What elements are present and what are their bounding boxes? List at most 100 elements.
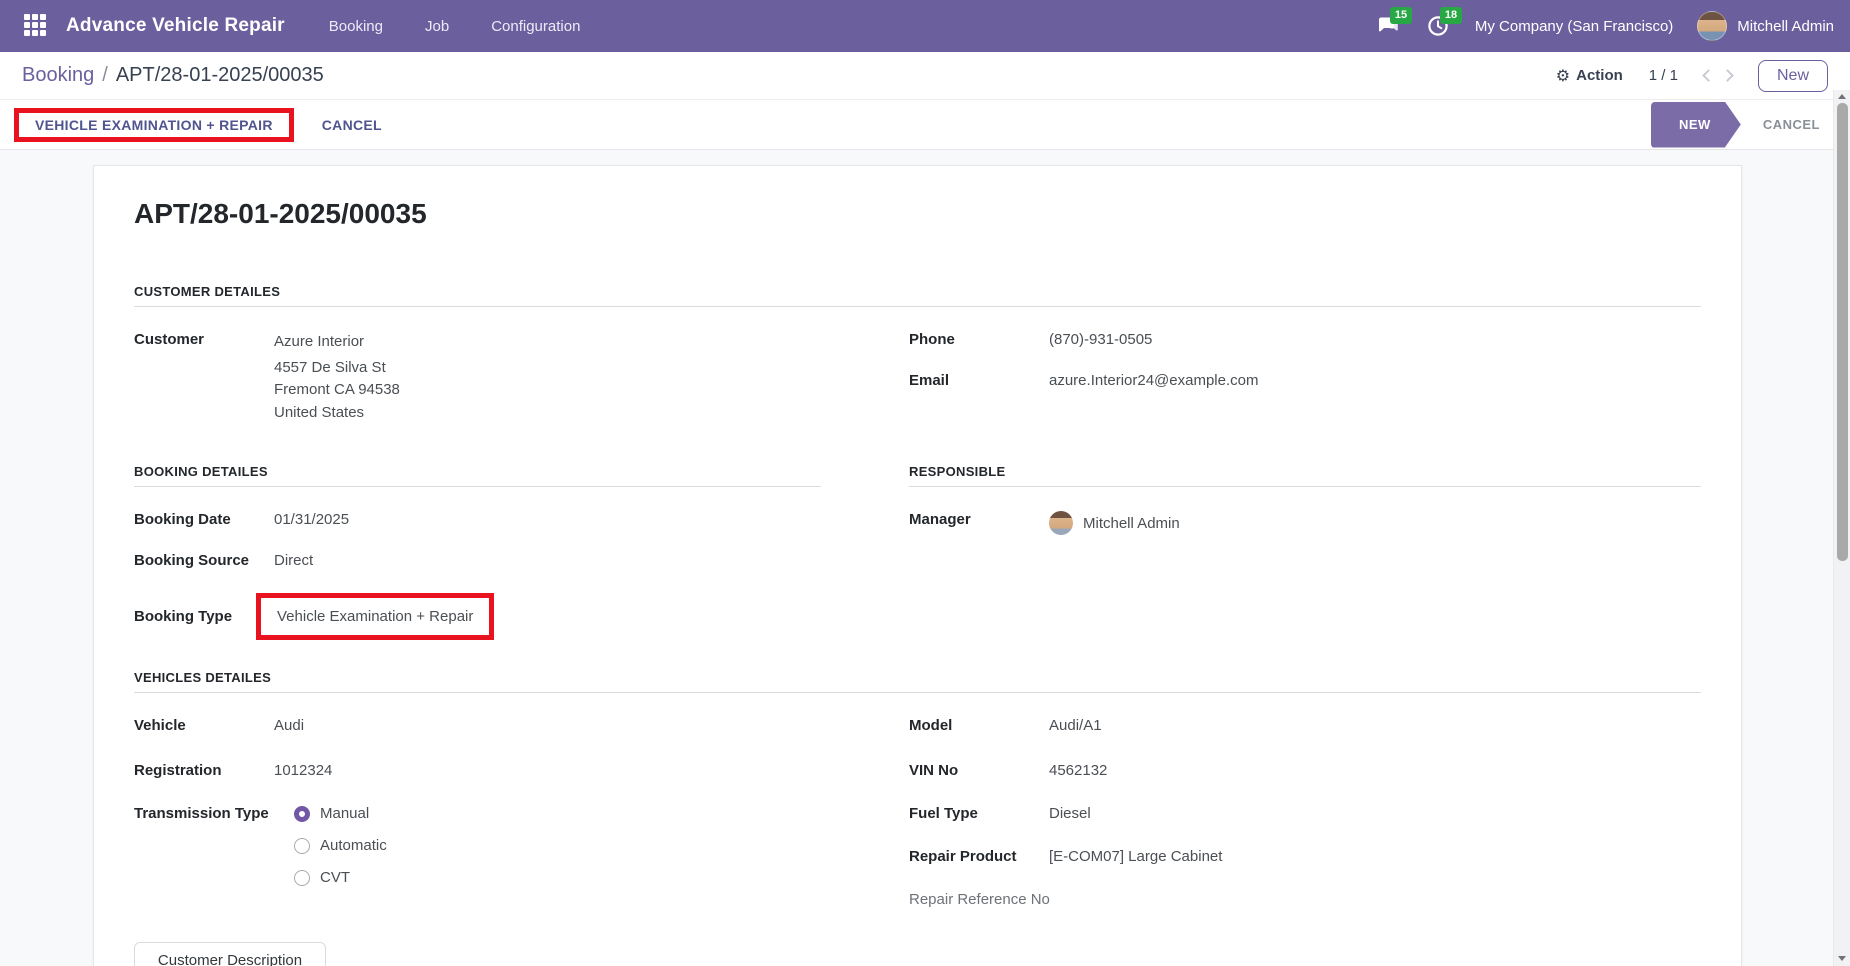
vin-field: VIN No 4562132 (909, 762, 1701, 779)
scrollbar-thumb[interactable] (1837, 103, 1848, 561)
customer-address-line2: Fremont CA 94538 (274, 381, 400, 398)
breadcrumb: Booking / APT/28-01-2025/00035 (22, 64, 324, 87)
registration-value[interactable]: 1012324 (274, 762, 332, 779)
customer-label: Customer (134, 331, 205, 348)
radio-cvt-label: CVT (320, 869, 350, 886)
customer-field: Customer Azure Interior 4557 De Silva St… (134, 331, 909, 424)
manager-field: Manager Mitchell Admin (909, 511, 1701, 535)
manager-value[interactable]: Mitchell Admin (1083, 515, 1180, 532)
state-new[interactable]: NEW (1651, 102, 1741, 148)
transmission-radio-group: Manual Automatic CVT (294, 805, 387, 886)
vehicle-value[interactable]: Audi (274, 717, 304, 734)
customer-value[interactable]: Azure Interior 4557 De Silva St Fremont … (274, 331, 400, 424)
booking-date-field: Booking Date 01/31/2025 (134, 511, 821, 528)
action-menu-button[interactable]: ⚙ Action (1556, 66, 1623, 85)
state-cancel[interactable]: CANCEL (1763, 117, 1820, 132)
model-value[interactable]: Audi/A1 (1049, 717, 1102, 734)
annotation-box-statusbar: VEHICLE EXAMINATION + REPAIR (14, 107, 294, 142)
phone-field: Phone (870)-931-0505 (909, 331, 1701, 348)
messages-count-badge: 15 (1389, 7, 1413, 24)
main-menu: Booking Job Configuration (329, 18, 581, 35)
vehicles-details-heading: VEHICLES DETAILES (134, 670, 1701, 693)
breadcrumb-record-name: APT/28-01-2025/00035 (115, 64, 324, 86)
radio-manual-icon[interactable] (294, 805, 310, 822)
gear-icon: ⚙ (1555, 66, 1571, 85)
customer-address-line3: United States (274, 403, 365, 421)
vehicle-field: Vehicle Audi (134, 717, 909, 734)
vin-no-label: VIN No (909, 762, 959, 779)
vehicles-details-section: Vehicle Audi Registration 1012324 Transm… (134, 693, 1701, 908)
user-avatar[interactable] (1697, 11, 1728, 41)
responsible-heading: RESPONSIBLE (909, 464, 1701, 487)
tab-customer-description[interactable]: Customer Description (134, 942, 326, 966)
transmission-option-manual[interactable]: Manual (294, 805, 387, 822)
menu-configuration[interactable]: Configuration (491, 18, 580, 35)
manager-label: Manager (909, 511, 971, 528)
statusbar-states: NEW CANCEL (1651, 100, 1820, 149)
company-switcher[interactable]: My Company (San Francisco) (1475, 18, 1673, 35)
radio-automatic-icon[interactable] (294, 837, 310, 854)
action-label: Action (1576, 67, 1623, 84)
app-title[interactable]: Advance Vehicle Repair (66, 15, 285, 37)
vertical-scrollbar[interactable] (1833, 90, 1850, 966)
fuel-type-value[interactable]: Diesel (1049, 805, 1091, 822)
scroll-up-icon[interactable] (1838, 94, 1846, 99)
transmission-option-automatic[interactable]: Automatic (294, 837, 387, 854)
messages-button[interactable]: 15 (1375, 7, 1413, 39)
booking-source-field: Booking Source Direct (134, 552, 821, 569)
vin-no-value[interactable]: 4562132 (1049, 762, 1107, 779)
booking-source-value[interactable]: Direct (274, 552, 313, 569)
radio-automatic-label: Automatic (320, 837, 387, 854)
form-statusbar: VEHICLE EXAMINATION + REPAIR CANCEL NEW … (0, 100, 1850, 150)
activities-count-badge: 18 (1439, 7, 1463, 24)
user-menu[interactable]: Mitchell Admin (1737, 18, 1834, 35)
booking-details-heading: BOOKING DETAILES (134, 464, 821, 487)
repair-product-value[interactable]: [E-COM07] Large Cabinet (1049, 848, 1222, 865)
manager-avatar[interactable] (1049, 511, 1073, 535)
menu-job[interactable]: Job (425, 18, 449, 35)
registration-label: Registration (134, 762, 222, 779)
booking-source-label: Booking Source (134, 552, 250, 569)
model-field: Model Audi/A1 (909, 717, 1701, 734)
control-panel-right: ⚙ Action 1 / 1 New (1556, 59, 1828, 92)
transmission-option-cvt[interactable]: CVT (294, 869, 387, 886)
breadcrumb-separator: / (102, 64, 108, 86)
customer-details-heading: CUSTOMER DETAILES (134, 284, 1701, 307)
email-value[interactable]: azure.Interior24@example.com (1049, 372, 1259, 389)
pager-counter: 1 / 1 (1648, 67, 1678, 84)
repair-product-field: Repair Product [E-COM07] Large Cabinet (909, 848, 1701, 865)
form-view-area: APT/28-01-2025/00035 CUSTOMER DETAILES C… (0, 150, 1850, 966)
scroll-down-icon[interactable] (1838, 956, 1846, 961)
customer-name[interactable]: Azure Interior (274, 331, 400, 354)
navbar-systray: 15 18 My Company (San Francisco) Mitchel… (1375, 7, 1834, 41)
top-navbar: Advance Vehicle Repair Booking Job Confi… (0, 0, 1850, 52)
booking-date-label: Booking Date (134, 511, 231, 528)
fuel-type-label: Fuel Type (909, 805, 978, 822)
customer-address-line1: 4557 De Silva St (274, 358, 386, 376)
booking-date-value[interactable]: 01/31/2025 (274, 511, 349, 528)
model-label: Model (909, 717, 953, 734)
pager-nav (1702, 69, 1734, 82)
breadcrumb-booking-link[interactable]: Booking (22, 64, 94, 87)
vehicle-examination-repair-button[interactable]: VEHICLE EXAMINATION + REPAIR (35, 117, 273, 133)
phone-label: Phone (909, 331, 955, 348)
pager-previous-icon[interactable] (1702, 69, 1715, 82)
new-button[interactable]: New (1757, 59, 1828, 92)
repair-reference-no-label: Repair Reference No (909, 891, 1050, 908)
control-panel: Booking / APT/28-01-2025/00035 ⚙ Action … (0, 52, 1850, 100)
pager-next-icon[interactable] (1721, 69, 1734, 82)
transmission-field: Transmission Type Manual Automatic CVT (134, 805, 909, 886)
booking-type-value[interactable]: Vehicle Examination + Repair (277, 608, 473, 625)
vehicle-label: Vehicle (134, 717, 186, 734)
menu-booking[interactable]: Booking (329, 18, 383, 35)
fuel-type-field: Fuel Type Diesel (909, 805, 1701, 822)
cancel-button[interactable]: CANCEL (322, 117, 382, 133)
annotation-box-booking-type: Vehicle Examination + Repair (256, 593, 495, 640)
apps-grid-icon[interactable] (24, 14, 48, 38)
phone-value[interactable]: (870)-931-0505 (1049, 331, 1152, 348)
radio-cvt-icon[interactable] (294, 869, 310, 886)
record-title: APT/28-01-2025/00035 (134, 198, 427, 229)
radio-manual-label: Manual (320, 805, 370, 822)
activities-button[interactable]: 18 (1425, 7, 1463, 39)
registration-field: Registration 1012324 (134, 762, 909, 779)
